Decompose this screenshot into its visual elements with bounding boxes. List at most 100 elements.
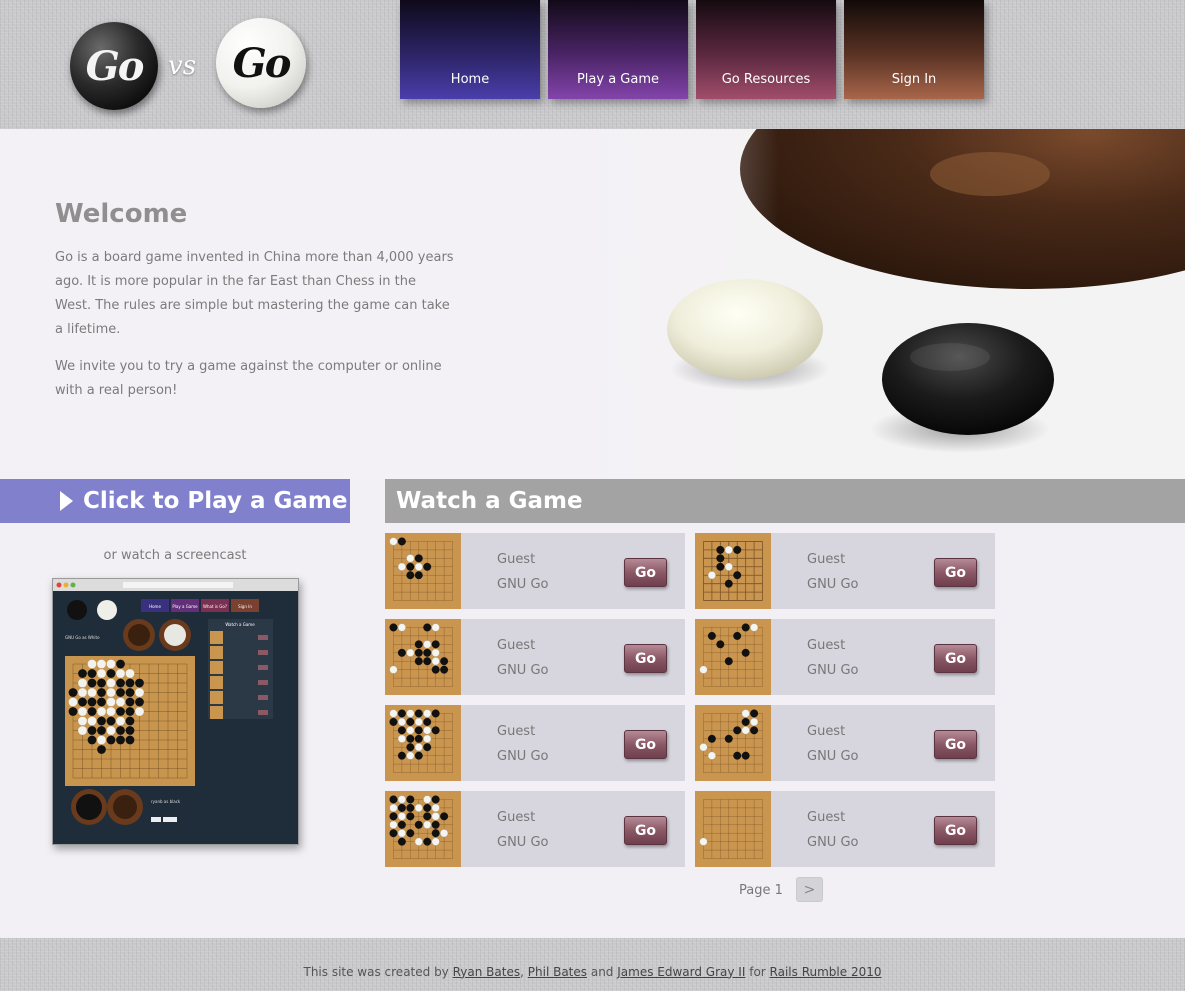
black-stone-logo-icon: Go (70, 22, 158, 110)
white-stone (389, 803, 398, 812)
watch-game-go-button[interactable]: Go (934, 816, 977, 845)
white-stone (389, 709, 398, 718)
game-player-one: Guest (497, 724, 536, 739)
black-stone (125, 678, 135, 688)
black-stone (414, 571, 423, 580)
white-stone (414, 837, 423, 846)
nav-home[interactable]: Home (400, 0, 540, 99)
white-stone (431, 837, 440, 846)
site-header: Go vs Go Home Play a Game Go Resources S… (0, 0, 1185, 129)
preview-go-button (258, 635, 268, 640)
screencast-thumbnail[interactable]: Home Play a Game What is Go? Sign In GNU… (52, 578, 299, 845)
black-stone (106, 716, 116, 726)
white-stone (97, 707, 106, 716)
preview-game-thumb (210, 661, 223, 674)
black-stone (87, 726, 97, 735)
pagination-next-button[interactable]: > (796, 877, 823, 902)
watch-game-go-button[interactable]: Go (934, 730, 977, 759)
black-stone (741, 717, 750, 726)
black-stone (406, 717, 415, 726)
white-stone (414, 743, 423, 752)
game-board-thumbnail[interactable] (695, 619, 771, 695)
watch-game-go-button[interactable]: Go (934, 644, 977, 673)
preview-nav-home: Home (149, 604, 161, 609)
nav-play-a-game[interactable]: Play a Game (548, 0, 688, 99)
site-logo[interactable]: Go vs Go (70, 18, 310, 110)
game-board-thumbnail[interactable] (385, 791, 461, 867)
white-stone (97, 659, 106, 669)
black-stone (414, 751, 423, 760)
watch-game-go-button[interactable]: Go (934, 558, 977, 587)
black-stone (125, 688, 135, 697)
black-stone (431, 820, 440, 829)
site-footer: This site was created by Ryan Bates, Phi… (0, 938, 1185, 991)
white-stone (406, 709, 415, 718)
nav-sign-in[interactable]: Sign In (844, 0, 984, 99)
black-stone (406, 734, 415, 743)
game-board-thumbnail[interactable] (385, 533, 461, 609)
white-stone (707, 571, 716, 580)
footer-for: for (749, 964, 766, 979)
black-stone (414, 657, 423, 666)
white-stone (699, 743, 708, 752)
watch-game-go-button[interactable]: Go (624, 558, 667, 587)
footer-sep: , (520, 964, 524, 979)
black-stone (116, 707, 125, 716)
watch-game-go-button[interactable]: Go (624, 730, 667, 759)
black-stone (716, 562, 725, 571)
white-stone (423, 795, 432, 804)
black-stone (716, 545, 725, 554)
black-stone (68, 707, 78, 716)
game-board-thumbnail[interactable] (385, 619, 461, 695)
game-board-thumbnail[interactable] (695, 705, 771, 781)
white-stone (78, 726, 87, 735)
footer-link-phil-bates[interactable]: Phil Bates (528, 965, 587, 979)
white-stone (406, 554, 415, 563)
white-stone (406, 751, 415, 760)
white-stone (116, 716, 125, 726)
play-a-game-label: Click to Play a Game (83, 488, 348, 514)
black-stone (389, 795, 398, 804)
screencast-link[interactable]: or watch a screencast (0, 548, 350, 563)
footer-link-rails-rumble[interactable]: Rails Rumble 2010 (770, 965, 882, 979)
play-a-game-button[interactable]: Click to Play a Game (0, 479, 350, 523)
footer-link-james-edward-gray[interactable]: James Edward Gray II (617, 965, 745, 979)
game-card: Guest GNU Go Go (695, 705, 995, 781)
black-stone (431, 640, 440, 649)
black-stone (414, 820, 423, 829)
black-stone (741, 648, 750, 657)
watch-a-game-header: Watch a Game (385, 479, 1185, 523)
footer-link-ryan-bates[interactable]: Ryan Bates (453, 965, 520, 979)
black-stone (423, 648, 432, 657)
black-stone (135, 678, 144, 688)
game-board-thumbnail[interactable] (695, 533, 771, 609)
white-stone (106, 678, 116, 688)
preview-go-button (258, 680, 268, 685)
white-stone (741, 709, 750, 718)
black-stone (125, 716, 135, 726)
game-board-thumbnail[interactable] (695, 791, 771, 867)
watch-game-go-button[interactable]: Go (624, 644, 667, 673)
black-stone (125, 735, 135, 745)
white-stone (87, 659, 97, 669)
preview-game-thumb (210, 631, 223, 644)
black-stone (97, 678, 106, 688)
black-stone (406, 562, 415, 571)
preview-go-button (258, 665, 268, 670)
black-stone (406, 812, 415, 821)
white-stone (431, 657, 440, 666)
game-board-thumbnail[interactable] (385, 705, 461, 781)
game-player-one: Guest (497, 638, 536, 653)
nav-go-resources[interactable]: Go Resources (696, 0, 836, 99)
black-stone (97, 716, 106, 726)
black-stone (406, 743, 415, 752)
white-stone (406, 648, 415, 657)
watch-game-go-button[interactable]: Go (624, 816, 667, 845)
black-stone (440, 665, 449, 674)
game-player-two: GNU Go (497, 577, 549, 592)
game-player-two: GNU Go (807, 749, 859, 764)
game-card: Guest GNU Go Go (695, 791, 995, 867)
white-stone (97, 735, 106, 745)
white-stone (106, 707, 116, 716)
black-stone (440, 657, 449, 666)
